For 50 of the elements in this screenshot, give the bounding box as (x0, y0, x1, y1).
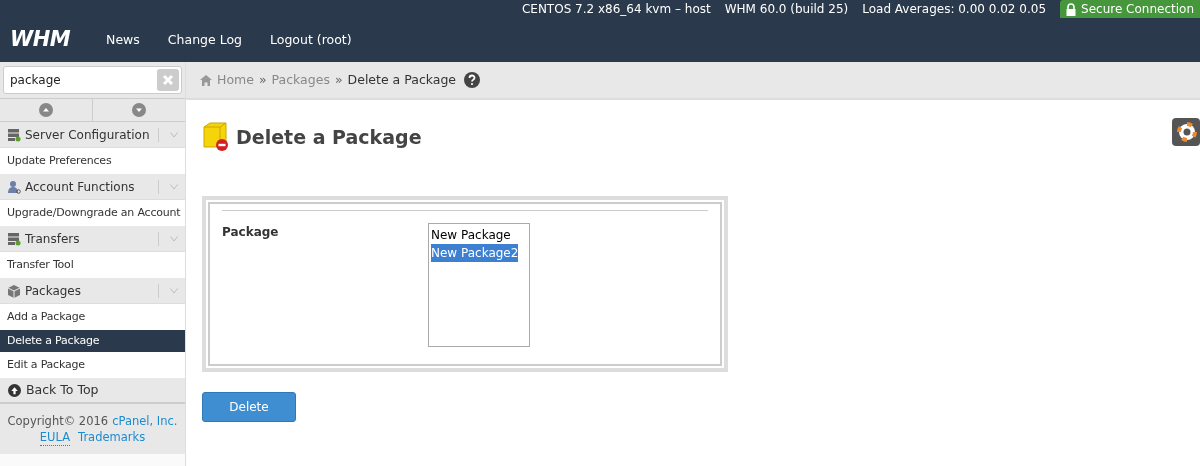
close-icon (162, 74, 174, 86)
sidebar-category[interactable]: Server Configuration (0, 122, 185, 148)
page-title: Delete a Package (236, 124, 422, 150)
sidebar-item[interactable]: Update Preferences (0, 148, 185, 174)
secure-connection-label: Secure Connection (1081, 1, 1194, 18)
server-icon (7, 127, 21, 142)
user-icon (7, 179, 21, 194)
sidebar-item[interactable]: Transfer Tool (0, 252, 185, 278)
sidebar-item[interactable]: Edit a Package (0, 352, 185, 378)
sidebar-item[interactable]: Add a Package (0, 304, 185, 330)
copyright-text: Copyright© 2016 (7, 412, 109, 429)
search-field[interactable]: package (3, 66, 182, 94)
sidebar-item[interactable]: Delete a Package (0, 330, 185, 352)
lock-icon (1066, 2, 1077, 16)
sidebar-category[interactable]: Packages (0, 278, 185, 304)
sidebar-category[interactable]: Account Functions (0, 174, 185, 200)
server-icon (7, 231, 21, 246)
version-info: WHM 60.0 (build 25) (724, 1, 849, 18)
nav-link[interactable]: Logout (root) (270, 30, 352, 50)
nav-link[interactable]: Change Log (167, 30, 242, 50)
help-icon[interactable] (464, 72, 481, 88)
list-option[interactable]: New Package2 (431, 244, 519, 262)
breadcrumb-separator: » (334, 70, 343, 89)
back-to-top-button[interactable]: Back To Top (0, 378, 185, 404)
back-to-top-label: Back To Top (26, 380, 99, 399)
server-info: CENTOS 7.2 x86_64 kvm – host (521, 1, 711, 18)
chevron-down-icon (170, 235, 178, 242)
support-lifebuoy-icon[interactable] (1172, 118, 1200, 146)
up-arrow-icon (8, 383, 21, 397)
chevron-down-icon (170, 131, 178, 138)
box-icon (7, 283, 21, 298)
category-label: Server Configuration (25, 126, 151, 144)
box-delete-icon (202, 122, 230, 152)
category-label: Transfers (25, 230, 81, 248)
logo[interactable]: WHM (10, 24, 71, 56)
breadcrumb-link[interactable]: Delete a Package (347, 70, 457, 90)
category-label: Packages (25, 282, 82, 300)
sidebar-category[interactable]: Transfers (0, 226, 185, 252)
nav-link[interactable]: News (106, 30, 140, 50)
list-option[interactable]: New Package (431, 226, 511, 244)
category-label: Account Functions (25, 178, 136, 196)
breadcrumb-separator: » (258, 70, 267, 89)
chevron-down-icon (170, 183, 178, 190)
load-averages: Load Averages: 0.00 0.02 0.05 (862, 1, 1047, 18)
package-list[interactable]: New Package New Package2 (428, 223, 530, 347)
clear-button[interactable] (157, 69, 179, 91)
field-label: Package (222, 224, 280, 241)
home-icon (200, 74, 212, 86)
chevron-down-icon (170, 287, 178, 294)
sidebar-item[interactable]: Upgrade/Downgrade an Account (0, 200, 185, 226)
